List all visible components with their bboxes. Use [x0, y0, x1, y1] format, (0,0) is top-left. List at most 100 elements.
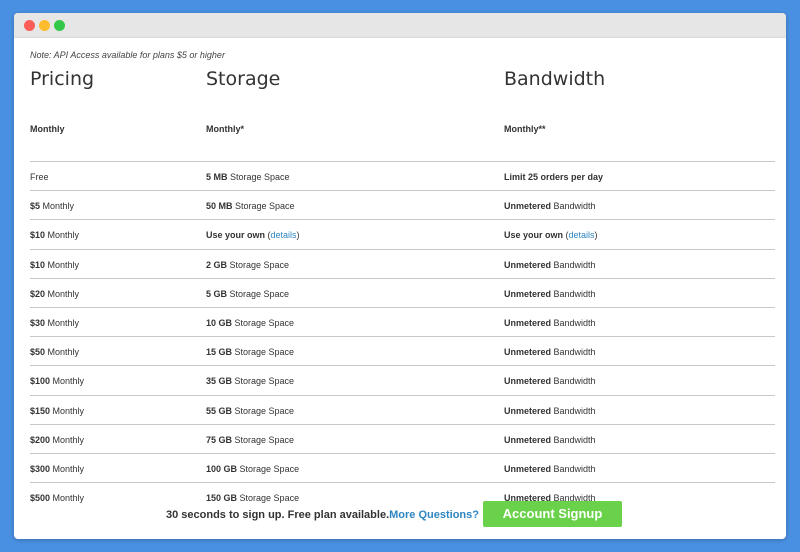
table-row: $30 Monthly 10 GB Storage Space Unmetered … — [30, 308, 775, 338]
price-cell: $10 Monthly — [30, 260, 79, 270]
storage-cell-text: Storage Space — [227, 172, 290, 182]
minimize-window-icon[interactable] — [39, 20, 50, 31]
table-row: $100 Monthly 35 GB Storage Space Unmetered… — [30, 366, 775, 396]
storage-cell-bold: 35 GB — [206, 376, 233, 387]
table-row: $5 Monthly 50 MB Storage Space Unmetered B… — [30, 191, 775, 221]
bandwidth-cell-bold: Unmetered — [504, 463, 552, 474]
bandwidth-cell-text: Bandwidth — [551, 347, 596, 358]
storage-cell: 15 GB Storage Space — [206, 347, 294, 357]
signup-footer: 30 seconds to sign up. Free plan availab… — [14, 501, 786, 527]
price-cell: $150 Monthly — [30, 406, 84, 416]
storage-cell-text: Storage Space — [232, 376, 295, 387]
bandwidth-cell: Unmetered Bandwidth — [504, 406, 596, 416]
table-row: $300 Monthly 100 GB Storage Space Unmetere… — [30, 454, 775, 484]
storage-cell: 100 GB Storage Space — [206, 464, 299, 474]
account-signup-button[interactable]: Account Signup — [483, 501, 622, 527]
bandwidth-cell-bold: Unmetered — [504, 376, 552, 387]
storage-cell-bold: 15 GB — [206, 347, 233, 358]
storage-heading: Storage — [206, 68, 281, 90]
bandwidth-subheading: Monthly** — [504, 124, 546, 134]
bandwidth-heading: Bandwidth — [504, 68, 606, 90]
price-cell-text: Monthly — [45, 230, 80, 241]
bandwidth-cell: Limit 25 orders per day — [504, 172, 603, 182]
bandwidth-cell: Unmetered Bandwidth — [504, 201, 596, 211]
storage-cell-text: Storage Space — [227, 259, 290, 270]
price-cell-text: Monthly — [45, 288, 80, 299]
bandwidth-cell: Unmetered Bandwidth — [504, 260, 596, 270]
bandwidth-cell-bold: Unmetered — [504, 317, 552, 328]
table-row: $10 Monthly 2 GB Storage Space Unmetered B… — [30, 250, 775, 279]
bandwidth-cell-text: Bandwidth — [551, 434, 596, 445]
price-cell-bold: $300 — [30, 463, 51, 474]
price-cell: Free — [30, 172, 49, 182]
storage-cell-text: Storage Space — [232, 201, 295, 212]
price-cell-bold: $30 — [30, 317, 46, 328]
price-cell: $300 Monthly — [30, 464, 84, 474]
storage-cell-text: Storage Space — [227, 288, 290, 299]
price-cell-text: Monthly — [50, 376, 85, 387]
table-row: $150 Monthly 55 GB Storage Space Unmetered… — [30, 396, 775, 425]
price-cell: $200 Monthly — [30, 435, 84, 445]
table-row: $200 Monthly 75 GB Storage Space Unmetered… — [30, 425, 775, 454]
bandwidth-cell: Unmetered Bandwidth — [504, 435, 596, 445]
price-cell: $20 Monthly — [30, 289, 79, 299]
footer-text: 30 seconds to sign up. Free plan availab… — [166, 509, 390, 521]
bandwidth-cell: Unmetered Bandwidth — [504, 289, 596, 299]
api-note: Note: API Access available for plans $5 … — [30, 50, 225, 60]
details-link[interactable]: details — [271, 230, 297, 240]
price-cell: $5 Monthly — [30, 201, 74, 211]
price-cell-bold: $10 — [30, 259, 46, 270]
price-cell-text: Monthly — [45, 347, 80, 358]
storage-cell-bold: 55 GB — [206, 405, 233, 416]
table-row: $10 Monthly Use your own (details) Use you… — [30, 220, 775, 250]
bandwidth-cell-text: Bandwidth — [551, 317, 596, 328]
price-cell-bold: $5 — [30, 201, 41, 212]
storage-cell-bold: 2 GB — [206, 259, 228, 270]
storage-cell-text: Storage Space — [232, 405, 295, 416]
table-row: Free 5 MB Storage Space Limit 25 orders pe… — [30, 162, 775, 192]
more-questions-link[interactable]: More Questions? — [389, 509, 479, 521]
price-cell-text: Free — [30, 172, 49, 182]
storage-cell-bold: 10 GB — [206, 317, 233, 328]
price-cell-text: Monthly — [40, 201, 75, 212]
price-cell-bold: $10 — [30, 230, 46, 241]
price-cell: $100 Monthly — [30, 376, 84, 386]
bandwidth-cell-bold: Unmetered — [504, 434, 552, 445]
price-cell-bold: $100 — [30, 376, 51, 387]
storage-cell-bold: 5 GB — [206, 288, 228, 299]
table-row: $50 Monthly 15 GB Storage Space Unmetered … — [30, 337, 775, 367]
storage-cell: 2 GB Storage Space — [206, 260, 289, 270]
bandwidth-cell-bold: Unmetered — [504, 288, 552, 299]
footer-message: 30 seconds to sign up. Free plan availab… — [166, 509, 479, 521]
bandwidth-cell-bold: Use your own — [504, 230, 564, 241]
maximize-window-icon[interactable] — [54, 20, 65, 31]
price-cell-text: Monthly — [45, 259, 80, 270]
bandwidth-cell-text: Bandwidth — [551, 463, 596, 474]
storage-cell-text: Storage Space — [232, 317, 295, 328]
details-link[interactable]: details — [569, 230, 595, 240]
storage-cell-bold: 75 GB — [206, 434, 233, 445]
pricing-heading: Pricing — [30, 68, 95, 90]
storage-cell: 50 MB Storage Space — [206, 201, 295, 211]
price-cell: $50 Monthly — [30, 347, 79, 357]
price-cell-text: Monthly — [50, 405, 85, 416]
bandwidth-cell-text: Bandwidth — [551, 288, 596, 299]
price-cell-text: Monthly — [50, 434, 85, 445]
storage-cell: Use your own (details) — [206, 230, 300, 241]
browser-window: Note: API Access available for plans $5 … — [14, 13, 786, 539]
price-cell: $30 Monthly — [30, 318, 79, 328]
bandwidth-cell-text: Bandwidth — [551, 201, 596, 212]
storage-cell-text: Storage Space — [237, 463, 300, 474]
close-window-icon[interactable] — [24, 20, 35, 31]
pricing-subheading: Monthly — [30, 124, 65, 134]
storage-cell-text: Storage Space — [232, 347, 295, 358]
bandwidth-cell-bold: Unmetered — [504, 405, 552, 416]
price-cell-bold: $50 — [30, 347, 46, 358]
bandwidth-cell-text: Bandwidth — [551, 376, 596, 387]
bandwidth-cell: Unmetered Bandwidth — [504, 347, 596, 357]
price-cell-bold: $200 — [30, 434, 51, 445]
bandwidth-cell-bold: Unmetered — [504, 201, 552, 212]
storage-cell: 35 GB Storage Space — [206, 376, 294, 386]
storage-cell: 5 MB Storage Space — [206, 172, 290, 182]
table-row: $20 Monthly 5 GB Storage Space Unmetered B… — [30, 279, 775, 308]
